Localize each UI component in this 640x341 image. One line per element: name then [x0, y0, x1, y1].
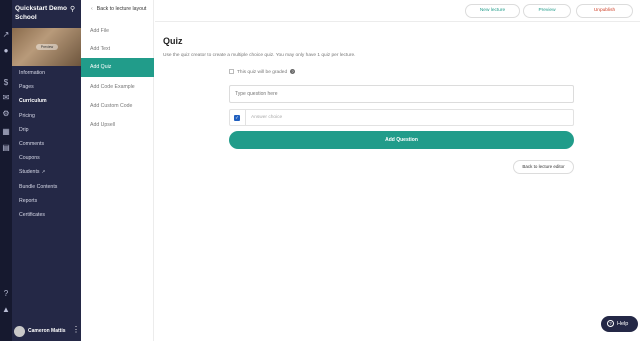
sidebar-item-information[interactable]: Information — [12, 66, 81, 80]
graded-checkbox[interactable] — [229, 69, 234, 74]
help-icon: ? — [607, 320, 614, 328]
panel-item-add-code-example[interactable]: Add Code Example — [81, 78, 154, 97]
new-lecture-button[interactable]: New lecture — [465, 4, 520, 18]
sidebar-item-coupons[interactable]: Coupons — [12, 151, 81, 165]
course-nav: Information Pages Curriculum Pricing Dri… — [12, 66, 81, 222]
more-vertical-icon[interactable]: ⋮ — [72, 325, 80, 334]
chevron-left-icon: ‹ — [91, 6, 93, 12]
quiz-description: Use the quiz creator to create a multipl… — [163, 53, 356, 58]
users-icon[interactable]: ● — [1, 46, 11, 56]
graded-label: This quiz will be graded — [237, 69, 288, 75]
panel-item-add-text[interactable]: Add Text — [81, 40, 154, 59]
user-name: Cameron Mattis — [28, 328, 66, 334]
avatar — [14, 326, 25, 337]
correct-answer-checkbox[interactable]: ✓ — [234, 115, 240, 121]
add-question-button[interactable]: Add Question — [229, 131, 574, 149]
user-menu[interactable]: Cameron Mattis ⋮ — [12, 322, 81, 341]
sidebar-item-reports[interactable]: Reports — [12, 194, 81, 208]
help-circle-icon[interactable]: ? — [1, 289, 11, 299]
panel-item-add-file[interactable]: Add File — [81, 22, 154, 41]
graduation-icon[interactable]: ▲ — [1, 305, 11, 315]
school-sidebar: Quickstart Demo School ⚲ Preview Informa… — [12, 0, 81, 341]
top-bar: New lecture Preview Unpublish — [155, 0, 640, 22]
divider — [245, 110, 246, 125]
answer-choice-row: ✓ Answer choice — [229, 109, 574, 126]
unpublish-button[interactable]: Unpublish — [576, 4, 633, 18]
course-thumbnail: Preview — [12, 28, 81, 66]
back-to-lecture-layout-link[interactable]: ‹ Back to lecture layout — [91, 6, 146, 12]
thumbnail-badge: Preview — [36, 44, 58, 50]
panel-item-add-quiz[interactable]: Add Quiz — [81, 58, 154, 77]
mail-icon[interactable]: ✉ — [1, 93, 11, 103]
help-button[interactable]: ? Help — [601, 316, 638, 332]
quiz-editor: Quiz Use the quiz creator to create a mu… — [155, 22, 640, 341]
dollar-icon[interactable]: $ — [1, 78, 11, 88]
preview-button[interactable]: Preview — [523, 4, 571, 18]
search-icon[interactable]: ⚲ — [70, 5, 75, 13]
sidebar-item-drip[interactable]: Drip — [12, 123, 81, 137]
sidebar-item-pages[interactable]: Pages — [12, 80, 81, 94]
lecture-items-panel: ‹ Back to lecture layout Add File Add Tex… — [81, 0, 154, 341]
sidebar-item-curriculum[interactable]: Curriculum — [12, 94, 81, 108]
sidebar-item-certificates[interactable]: Certificates — [12, 208, 81, 222]
help-label: Help — [617, 321, 629, 327]
panel-item-add-upsell[interactable]: Add Upsell — [81, 116, 154, 135]
chart-icon[interactable]: ↗ — [1, 30, 11, 40]
back-to-lecture-editor-button[interactable]: Back to lecture editor — [513, 160, 574, 174]
sidebar-item-students[interactable]: Students ↗ — [12, 165, 81, 179]
question-input[interactable]: Type question here — [229, 85, 574, 103]
icon-rail: ↗ ● $ ✉ ⚙ ▦ ▤ ? ▲ — [0, 0, 12, 341]
question-mark-icon[interactable]: ? — [290, 69, 296, 74]
sidebar-item-pricing[interactable]: Pricing — [12, 109, 81, 123]
answer-choice-input[interactable]: Answer choice — [251, 110, 282, 125]
library-icon[interactable]: ▦ — [1, 127, 11, 137]
sidebar-item-bundle-contents[interactable]: Bundle Contents — [12, 180, 81, 194]
sidebar-item-label: Students — [19, 169, 40, 176]
sidebar-item-comments[interactable]: Comments — [12, 137, 81, 151]
gear-icon[interactable]: ⚙ — [1, 109, 11, 119]
calendar-icon[interactable]: ▤ — [1, 143, 11, 153]
external-link-icon: ↗ — [41, 169, 46, 175]
page-title: Quiz — [163, 36, 183, 46]
graded-option: This quiz will be graded? — [229, 69, 296, 75]
panel-item-add-custom-code[interactable]: Add Custom Code — [81, 97, 154, 116]
back-label: Back to lecture layout — [96, 6, 147, 12]
